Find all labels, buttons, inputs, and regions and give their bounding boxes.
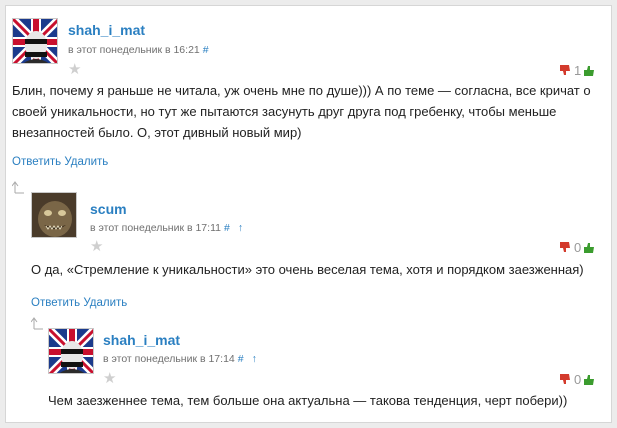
vote-widget: 0 — [560, 372, 595, 387]
avatar[interactable] — [12, 18, 58, 64]
reply-arrow-icon — [31, 317, 43, 330]
vote-widget: 1 — [560, 63, 595, 78]
rating-value: 0 — [574, 239, 582, 255]
comment-1: shah_i_mat в этот понедельник в 16:21 # ★… — [6, 6, 611, 176]
comment-text: О да, «Стремление к уникальности» это оч… — [31, 262, 584, 277]
reply-link[interactable]: Ответить — [31, 297, 80, 309]
comment-actions: Ответить Удалить — [31, 297, 127, 309]
author-name[interactable]: shah_i_mat — [68, 22, 145, 38]
avatar[interactable] — [48, 328, 94, 374]
comment-text: Блин, почему я раньше не читала, уж очен… — [12, 83, 591, 140]
thumb-down-icon[interactable] — [560, 242, 571, 253]
author-name[interactable]: scum — [90, 201, 127, 217]
comments-panel: shah_i_mat в этот понедельник в 16:21 # ★… — [5, 5, 612, 423]
comment-text: Чем заезженнее тема, тем больше она акту… — [48, 393, 568, 408]
delete-link[interactable]: Удалить — [83, 297, 127, 309]
timestamp: в этот понедельник в 17:14 — [103, 353, 235, 365]
permalink-anchor[interactable]: # — [238, 353, 244, 365]
union-jack-avatar-image — [49, 329, 93, 373]
thumb-down-icon[interactable] — [560, 374, 571, 385]
thumb-up-icon[interactable] — [584, 242, 595, 254]
star-icon[interactable]: ★ — [103, 371, 116, 386]
comment-meta: в этот понедельник в 17:11 # ↑ — [90, 222, 243, 234]
delete-link[interactable]: Удалить — [64, 156, 108, 168]
permalink-anchor[interactable]: # — [224, 222, 230, 234]
timestamp: в этот понедельник в 16:21 — [68, 44, 200, 56]
comment-2: scum в этот понедельник в 17:11 # ↑ ★ 0 О … — [31, 192, 611, 312]
star-icon[interactable]: ★ — [68, 62, 81, 77]
comment-meta: в этот понедельник в 16:21 # — [68, 44, 209, 56]
avatar[interactable] — [31, 192, 77, 238]
vote-widget: 0 — [560, 240, 595, 255]
reply-arrow-icon — [12, 181, 24, 194]
comment-3: shah_i_mat в этот понедельник в 17:14 # ↑ … — [48, 328, 611, 422]
union-jack-avatar-image — [13, 19, 57, 63]
timestamp: в этот понедельник в 17:11 — [90, 222, 221, 234]
parent-comment-link[interactable]: ↑ — [252, 353, 257, 365]
rating-value: 0 — [574, 371, 582, 387]
star-icon[interactable]: ★ — [90, 239, 103, 254]
creature-avatar-image — [32, 193, 76, 237]
rating-value: 1 — [574, 62, 582, 78]
author-name[interactable]: shah_i_mat — [103, 332, 180, 348]
comment-meta: в этот понедельник в 17:14 # ↑ — [103, 353, 257, 365]
comment-actions: Ответить Удалить — [12, 156, 108, 168]
thumb-up-icon[interactable] — [584, 374, 595, 386]
thumb-up-icon[interactable] — [584, 65, 595, 77]
thumb-down-icon[interactable] — [560, 65, 571, 76]
reply-link[interactable]: Ответить — [12, 156, 61, 168]
parent-comment-link[interactable]: ↑ — [238, 222, 243, 234]
permalink-anchor[interactable]: # — [203, 44, 209, 56]
